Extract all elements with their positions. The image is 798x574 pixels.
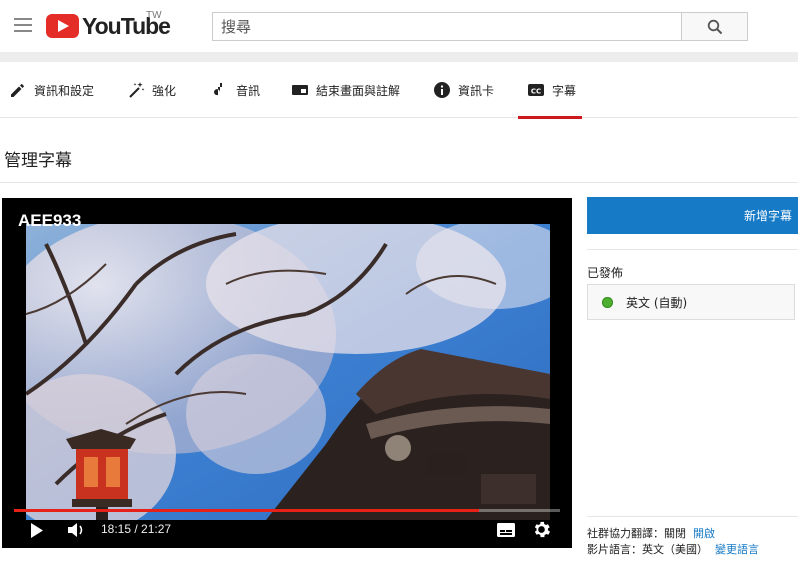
tab-end-screen-annotations[interactable]: 結束畫面與註解 — [290, 62, 400, 118]
video-title: AEE933 — [18, 211, 82, 230]
play-icon[interactable] — [30, 522, 44, 539]
tab-label: 字幕 — [552, 83, 577, 98]
page-title: 管理字幕 — [4, 151, 72, 171]
tab-cards[interactable]: 資訊卡 — [432, 62, 494, 118]
community-contributions-status: 社群協力翻譯：關閉 — [587, 527, 686, 540]
divider — [0, 182, 798, 183]
subtitles-toggle-icon[interactable] — [496, 522, 516, 538]
search-button[interactable] — [681, 12, 748, 41]
player-controls: 18:15 / 21:27 — [2, 514, 572, 548]
subtitle-track-item[interactable]: 英文 (自動) — [587, 284, 795, 320]
pencil-icon — [8, 80, 28, 100]
youtube-play-icon — [46, 14, 79, 38]
time-display: 18:15 / 21:27 — [101, 522, 172, 536]
change-language-link[interactable]: 變更語言 — [715, 543, 759, 556]
volume-icon[interactable] — [66, 521, 86, 539]
hamburger-menu-icon[interactable] — [14, 18, 32, 32]
masthead: YouTube TW — [0, 0, 798, 52]
end-screen-icon — [290, 80, 310, 100]
enable-community-link[interactable]: 開啟 — [693, 527, 715, 540]
region-code: TW — [146, 10, 162, 21]
music-note-icon — [210, 80, 230, 100]
tab-label: 資訊和設定 — [34, 83, 95, 98]
subtitle-track-language: 英文 (自動) — [626, 295, 688, 310]
search-icon — [707, 19, 723, 35]
add-subtitles-button[interactable]: 新增字幕 — [587, 197, 798, 234]
tab-label: 資訊卡 — [458, 83, 495, 98]
published-status-icon — [602, 296, 613, 308]
community-contributions-row: 社群協力翻譯：關閉 開啟 — [587, 525, 715, 541]
video-player[interactable]: AEE933 18:15 / 21:27 — [2, 198, 572, 548]
divider — [587, 249, 798, 250]
settings-gear-icon[interactable] — [532, 520, 551, 539]
progress-bar[interactable] — [14, 509, 560, 512]
tab-label: 強化 — [152, 83, 177, 98]
progress-fill — [14, 509, 479, 512]
tab-label: 結束畫面與註解 — [316, 83, 401, 98]
masthead-divider — [0, 52, 798, 62]
cc-icon: CC — [526, 80, 546, 100]
tab-label: 音訊 — [236, 83, 261, 98]
video-language-row: 影片語言：英文（美國） 變更語言 — [587, 541, 759, 557]
divider — [587, 516, 798, 517]
video-language-status: 影片語言：英文（美國） — [587, 543, 708, 556]
tab-enhancements[interactable]: 強化 — [126, 62, 176, 118]
info-icon — [432, 80, 452, 100]
editor-tabs: 資訊和設定 強化 音訊 結束畫面與註解 資訊卡 CC 字幕 — [0, 62, 798, 119]
published-section-label: 已發佈 — [587, 266, 624, 280]
video-thumbnail-image — [26, 224, 550, 520]
video-frame[interactable] — [26, 224, 550, 520]
search-input[interactable] — [212, 12, 682, 41]
magic-wand-icon — [126, 80, 146, 100]
tab-subtitles[interactable]: CC 字幕 — [518, 62, 582, 119]
tab-audio[interactable]: 音訊 — [210, 62, 260, 118]
tab-info-settings[interactable]: 資訊和設定 — [8, 62, 94, 118]
svg-text:CC: CC — [531, 87, 541, 95]
